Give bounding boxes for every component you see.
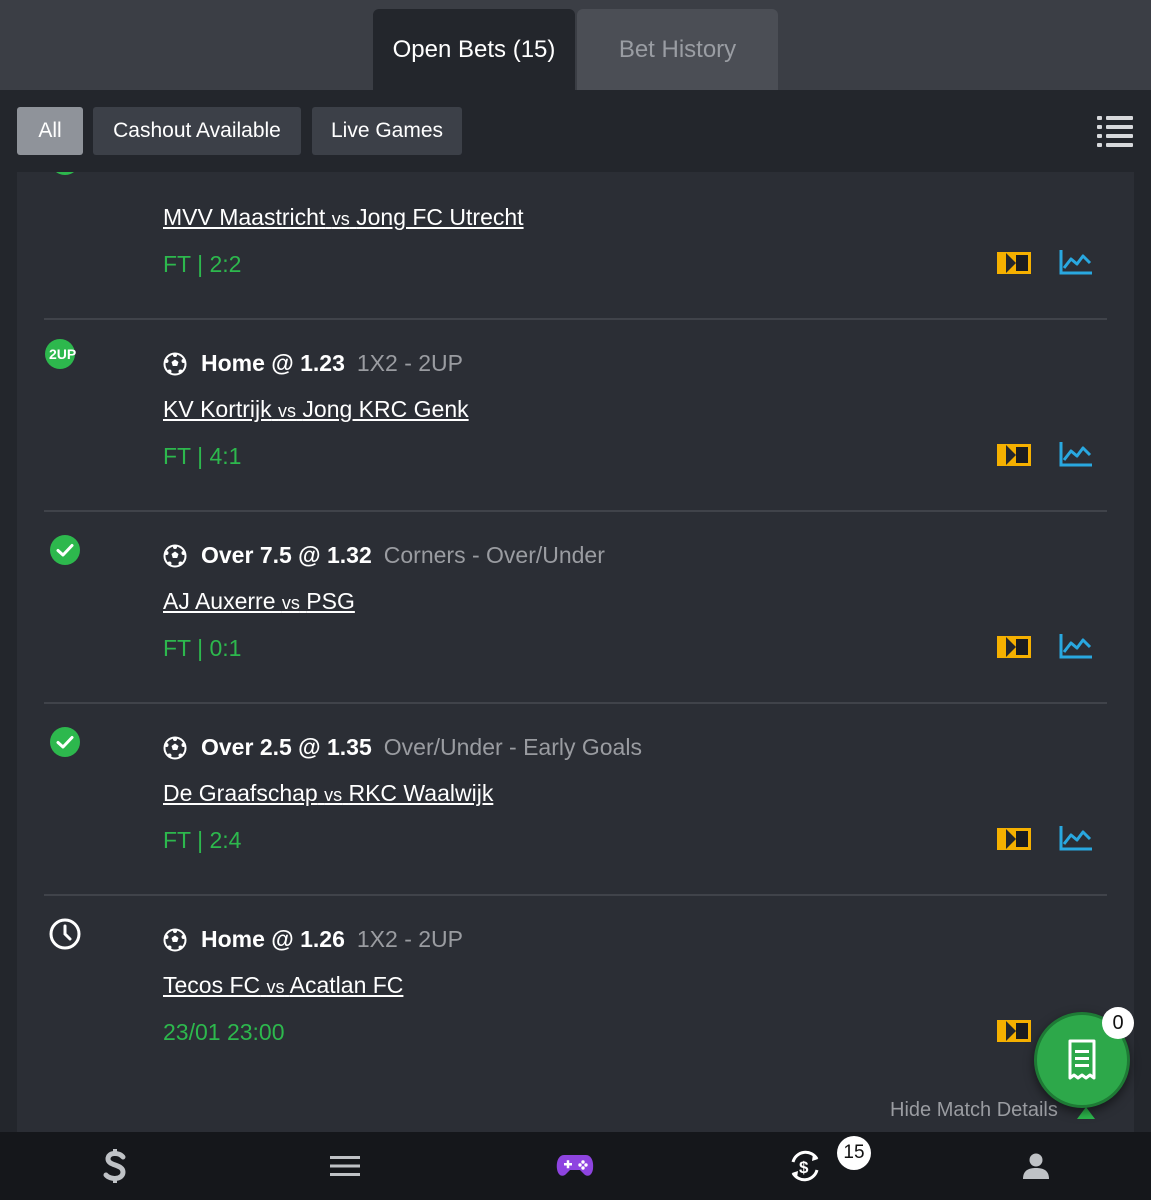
hide-match-details-link[interactable]: Hide Match Details bbox=[890, 1099, 1058, 1122]
live-stream-icon[interactable] bbox=[996, 1019, 1032, 1043]
match-result: FT | 2:4 bbox=[163, 827, 242, 853]
tab-bet-history[interactable]: Bet History bbox=[577, 9, 778, 90]
bet-market: 1X2 - 2UP bbox=[356, 926, 463, 952]
bet-item[interactable]: Over 2.5 @ 1.35 Over/Under - Early Goals… bbox=[17, 704, 1134, 896]
games-controller-icon[interactable] bbox=[555, 1146, 595, 1186]
match-link[interactable]: De Graafschap vs RKC Waalwijk bbox=[163, 780, 493, 807]
match-result: FT | 2:2 bbox=[163, 251, 242, 277]
2up-icon: 2UP bbox=[45, 339, 76, 369]
filter-bar: All Cashout Available Live Games bbox=[0, 90, 1151, 172]
bottom-navigation: $ 15 bbox=[0, 1132, 1151, 1200]
live-stream-icon[interactable] bbox=[996, 443, 1032, 467]
arrow-up-icon[interactable] bbox=[1077, 1107, 1095, 1119]
stats-chart-icon[interactable] bbox=[1059, 824, 1093, 852]
bet-item[interactable]: MVV Maastricht vs Jong FC Utrecht FT | 2… bbox=[17, 172, 1134, 320]
match-result: FT | 4:1 bbox=[163, 443, 242, 469]
match-link[interactable]: MVV Maastricht vs Jong FC Utrecht bbox=[163, 204, 524, 231]
bet-selection-line: Home @ 1.26 1X2 - 2UP bbox=[163, 926, 463, 953]
live-stream-icon[interactable] bbox=[996, 827, 1032, 851]
match-result: FT | 0:1 bbox=[163, 635, 242, 661]
bet-selection-line: Home @ 1.23 1X2 - 2UP bbox=[163, 350, 463, 377]
stats-chart-icon[interactable] bbox=[1059, 248, 1093, 276]
match-start-time: 23/01 23:00 bbox=[163, 1019, 285, 1045]
soccer-ball-icon bbox=[163, 352, 187, 375]
bet-selection-line: Over 2.5 @ 1.35 Over/Under - Early Goals bbox=[163, 734, 642, 761]
bet-item[interactable]: Home @ 1.26 1X2 - 2UP Tecos FC vs Acatla… bbox=[17, 896, 1134, 1088]
filter-all-button[interactable]: All bbox=[17, 107, 83, 155]
svg-text:$: $ bbox=[799, 1158, 809, 1177]
match-link[interactable]: AJ Auxerre vs PSG bbox=[163, 588, 355, 615]
open-bets-list[interactable]: MVV Maastricht vs Jong FC Utrecht FT | 2… bbox=[17, 172, 1134, 1132]
profile-icon[interactable] bbox=[1016, 1146, 1056, 1186]
bet-selection-line: Over 7.5 @ 1.32 Corners - Over/Under bbox=[163, 542, 605, 569]
sports-logo-icon[interactable] bbox=[95, 1146, 135, 1186]
bet-market: Over/Under - Early Goals bbox=[383, 734, 642, 760]
soccer-ball-icon bbox=[163, 544, 187, 567]
bet-market: Corners - Over/Under bbox=[383, 542, 605, 568]
live-stream-icon[interactable] bbox=[996, 251, 1032, 275]
menu-icon[interactable] bbox=[325, 1146, 365, 1186]
clock-icon bbox=[49, 918, 81, 950]
bet-selection: Over 2.5 @ 1.35 bbox=[201, 734, 372, 760]
bet-item[interactable]: Over 7.5 @ 1.32 Corners - Over/Under AJ … bbox=[17, 512, 1134, 704]
filter-live-games-button[interactable]: Live Games bbox=[312, 107, 462, 155]
svg-text:2UP: 2UP bbox=[49, 346, 76, 362]
bet-market: 1X2 - 2UP bbox=[356, 350, 463, 376]
check-icon bbox=[50, 535, 80, 565]
tab-open-bets[interactable]: Open Bets (15) bbox=[373, 9, 575, 90]
soccer-ball-icon bbox=[163, 928, 187, 951]
stats-chart-icon[interactable] bbox=[1059, 440, 1093, 468]
my-bets-icon[interactable]: $ bbox=[785, 1146, 825, 1186]
match-link[interactable]: Tecos FC vs Acatlan FC bbox=[163, 972, 403, 999]
receipt-icon bbox=[1068, 1039, 1096, 1080]
check-icon bbox=[50, 727, 80, 757]
list-view-icon[interactable] bbox=[1097, 114, 1133, 148]
filter-cashout-button[interactable]: Cashout Available bbox=[93, 107, 301, 155]
bet-item[interactable]: 2UP Home @ 1.23 1X2 - 2UP KV Kortrijk vs… bbox=[17, 320, 1134, 512]
betslip-count-badge: 0 bbox=[1102, 1007, 1134, 1039]
bet-selection: Home @ 1.23 bbox=[201, 350, 345, 376]
my-bets-count-badge: 15 bbox=[837, 1136, 871, 1170]
match-link[interactable]: KV Kortrijk vs Jong KRC Genk bbox=[163, 396, 469, 423]
stats-chart-icon[interactable] bbox=[1059, 632, 1093, 660]
live-stream-icon[interactable] bbox=[996, 635, 1032, 659]
soccer-ball-icon bbox=[163, 736, 187, 759]
bet-selection: Over 7.5 @ 1.32 bbox=[201, 542, 372, 568]
check-icon bbox=[56, 172, 74, 175]
bet-selection: Home @ 1.26 bbox=[201, 926, 345, 952]
top-tab-bar: Open Bets (15) Bet History bbox=[0, 0, 1151, 90]
